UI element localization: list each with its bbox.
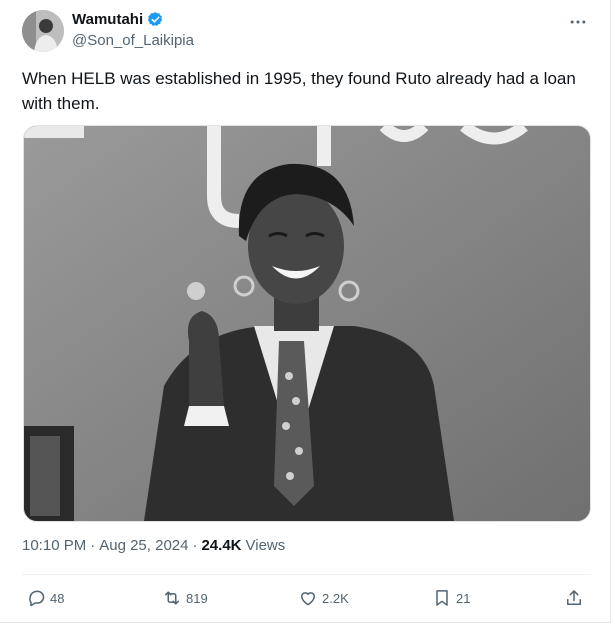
share-button[interactable]	[564, 583, 584, 613]
reply-button[interactable]: 48	[26, 583, 64, 613]
views-count: 24.4K	[201, 537, 242, 554]
retweet-button[interactable]: 819	[162, 583, 208, 613]
action-bar: 48 819 2.2K 21	[22, 583, 592, 613]
reply-count: 48	[50, 590, 65, 606]
heart-icon	[301, 592, 315, 606]
tweet-time[interactable]: 10:10 PM	[22, 537, 86, 554]
verified-badge-icon	[148, 12, 163, 26]
author-name-row[interactable]: Wamutahi	[72, 11, 164, 28]
retweet-count: 819	[186, 590, 208, 606]
retweet-icon	[165, 591, 179, 605]
like-count: 2.2K	[322, 590, 349, 606]
meta-separator: ·	[192, 537, 198, 554]
views-label: Views	[245, 537, 286, 554]
author-display-name[interactable]: Wamutahi	[72, 11, 143, 28]
reply-icon	[29, 590, 45, 607]
tweet-date[interactable]: Aug 25, 2024	[99, 537, 188, 554]
share-icon	[567, 590, 581, 605]
bookmark-icon	[436, 590, 448, 606]
tweet-photo[interactable]	[23, 125, 591, 522]
avatar[interactable]	[22, 10, 64, 52]
more-horizontal-icon	[570, 20, 586, 24]
photo-image	[24, 126, 590, 521]
tweet-meta: 10:10 PM · Aug 25, 2024 · 24.4K Views	[22, 537, 285, 554]
divider	[22, 574, 590, 575]
more-options-button[interactable]	[565, 12, 591, 32]
tweet-text: When HELB was established in 1995, they …	[22, 69, 576, 113]
meta-separator: ·	[90, 537, 96, 554]
tweet-card: Wamutahi @Son_of_Laikipia When HELB was …	[0, 0, 611, 623]
bookmark-button[interactable]: 21	[432, 583, 470, 613]
avatar-image	[22, 10, 64, 52]
like-button[interactable]: 2.2K	[298, 583, 349, 613]
author-handle[interactable]: @Son_of_Laikipia	[72, 32, 194, 49]
bookmark-count: 21	[456, 590, 471, 606]
